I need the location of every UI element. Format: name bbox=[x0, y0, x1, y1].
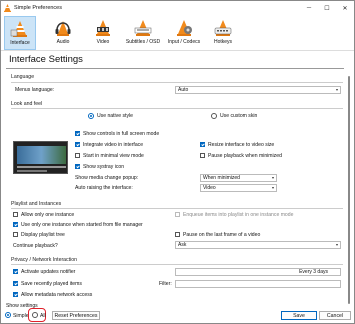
playlist-tree-checkbox[interactable] bbox=[13, 232, 18, 237]
maximize-button[interactable]: ☐ bbox=[319, 1, 335, 15]
title-bar: Simple Preferences ─ ☐ ✕ bbox=[1, 1, 354, 15]
subtitles-cone-icon bbox=[134, 20, 152, 36]
film-cone-icon bbox=[96, 20, 110, 36]
show-controls-checkbox[interactable] bbox=[75, 131, 80, 136]
cancel-button[interactable]: Cancel bbox=[319, 311, 351, 320]
privacy-group-title: Privacy / Network Interaction bbox=[11, 257, 78, 263]
one-instance-label: Allow only one instance bbox=[21, 212, 75, 218]
minimal-view-checkbox[interactable] bbox=[75, 153, 80, 158]
preview-image bbox=[13, 141, 68, 174]
playlist-tree-label: Display playlist tree bbox=[21, 232, 65, 238]
language-group-title: Language bbox=[11, 74, 35, 80]
tab-audio-label: Audio bbox=[56, 39, 70, 45]
look-divider bbox=[11, 108, 343, 109]
recent-items-checkbox[interactable] bbox=[13, 281, 18, 286]
systray-label: Show systray icon bbox=[83, 164, 125, 170]
hotkeys-cone-icon bbox=[214, 20, 232, 36]
window-title: Simple Preferences bbox=[14, 5, 62, 11]
all-radio[interactable] bbox=[32, 312, 38, 318]
media-popup-label: Show media change popup: bbox=[75, 175, 139, 181]
integrate-video-checkbox[interactable] bbox=[75, 142, 80, 147]
language-divider bbox=[11, 82, 343, 83]
tab-video-label: Video bbox=[96, 39, 110, 45]
one-instance-checkbox[interactable] bbox=[13, 212, 18, 217]
header-divider bbox=[6, 68, 344, 69]
auto-raise-select[interactable]: Video bbox=[200, 184, 277, 192]
tab-interface[interactable]: Interface bbox=[4, 16, 36, 50]
auto-raise-label: Auto raising the interface: bbox=[75, 185, 133, 191]
vlc-cone-icon bbox=[4, 4, 11, 12]
scrollbar-thumb[interactable] bbox=[348, 76, 350, 304]
custom-skin-radio[interactable] bbox=[211, 113, 217, 119]
menus-language-select[interactable]: Auto bbox=[175, 86, 341, 94]
simple-radio[interactable] bbox=[5, 312, 11, 318]
headphones-cone-icon bbox=[55, 21, 71, 36]
look-group-title: Look and feel bbox=[11, 101, 43, 107]
simple-label: Simple bbox=[13, 313, 29, 319]
category-toolbar: Interface Audio Video Subtitles / OSD In… bbox=[1, 15, 354, 51]
all-label: All bbox=[40, 313, 46, 319]
resize-interface-checkbox[interactable] bbox=[200, 142, 205, 147]
playlist-group-title: Playlist and Instances bbox=[11, 201, 62, 207]
tab-audio[interactable]: Audio bbox=[48, 16, 78, 50]
continue-playback-label: Continue playback? bbox=[13, 243, 58, 249]
playlist-divider bbox=[11, 208, 343, 209]
metadata-label: Allow metadata network access bbox=[21, 292, 93, 298]
preferences-window: Simple Preferences ─ ☐ ✕ Interface Audio… bbox=[0, 0, 355, 324]
save-button[interactable]: Save bbox=[281, 311, 317, 320]
native-style-radio[interactable] bbox=[88, 113, 94, 119]
tab-hotkeys-label: Hotkeys bbox=[213, 39, 233, 45]
recent-items-label: Save recently played items bbox=[21, 281, 82, 287]
pause-last-frame-checkbox[interactable] bbox=[175, 232, 180, 237]
updates-interval-spinbox[interactable]: Every 3 days bbox=[175, 268, 341, 276]
tab-interface-label: Interface bbox=[10, 40, 30, 46]
codecs-cone-icon bbox=[177, 20, 192, 36]
close-button[interactable]: ✕ bbox=[337, 1, 353, 15]
interface-cone-icon bbox=[10, 21, 27, 37]
show-controls-label: Show controls in full screen mode bbox=[83, 131, 160, 137]
resize-interface-label: Resize interface to video size bbox=[208, 142, 275, 148]
filter-input[interactable] bbox=[175, 280, 341, 288]
media-popup-select[interactable]: When minimized bbox=[200, 174, 277, 182]
updates-label: Activate updates notifier bbox=[21, 269, 76, 275]
menus-language-label: Menus language: bbox=[15, 87, 55, 93]
vertical-scrollbar[interactable] bbox=[347, 71, 352, 306]
filter-label: Filter: bbox=[159, 281, 172, 287]
enqueue-label: Enqueue items into playlist in one insta… bbox=[183, 212, 294, 218]
tab-input-codecs[interactable]: Input / Codecs bbox=[165, 16, 203, 50]
metadata-checkbox[interactable] bbox=[13, 292, 18, 297]
tab-subtitles-label: Subtitles / OSD bbox=[125, 39, 161, 45]
pause-minimized-checkbox[interactable] bbox=[200, 153, 205, 158]
integrate-video-label: Integrate video in interface bbox=[83, 142, 144, 148]
tab-input-codecs-label: Input / Codecs bbox=[167, 39, 201, 45]
minimize-button[interactable]: ─ bbox=[301, 1, 317, 15]
minimal-view-label: Start in minimal view mode bbox=[83, 153, 144, 159]
tab-subtitles[interactable]: Subtitles / OSD bbox=[123, 16, 163, 50]
native-style-label: Use native style bbox=[97, 113, 133, 119]
pause-last-frame-label: Pause on the last frame of a video bbox=[183, 232, 261, 238]
enqueue-checkbox[interactable] bbox=[175, 212, 180, 217]
updates-checkbox[interactable] bbox=[13, 269, 18, 274]
file-manager-label: Use only one instance when started from … bbox=[21, 222, 143, 228]
privacy-divider bbox=[11, 264, 343, 265]
file-manager-checkbox[interactable] bbox=[13, 222, 18, 227]
reset-preferences-button[interactable]: Reset Preferences bbox=[52, 311, 100, 320]
page-title: Interface Settings bbox=[9, 54, 83, 65]
continue-playback-select[interactable]: Ask bbox=[175, 241, 341, 249]
tab-hotkeys[interactable]: Hotkeys bbox=[208, 16, 238, 50]
custom-skin-label: Use custom skin bbox=[220, 113, 258, 119]
tab-video[interactable]: Video bbox=[88, 16, 118, 50]
systray-checkbox[interactable] bbox=[75, 164, 80, 169]
pause-minimized-label: Pause playback when minimized bbox=[208, 153, 282, 159]
